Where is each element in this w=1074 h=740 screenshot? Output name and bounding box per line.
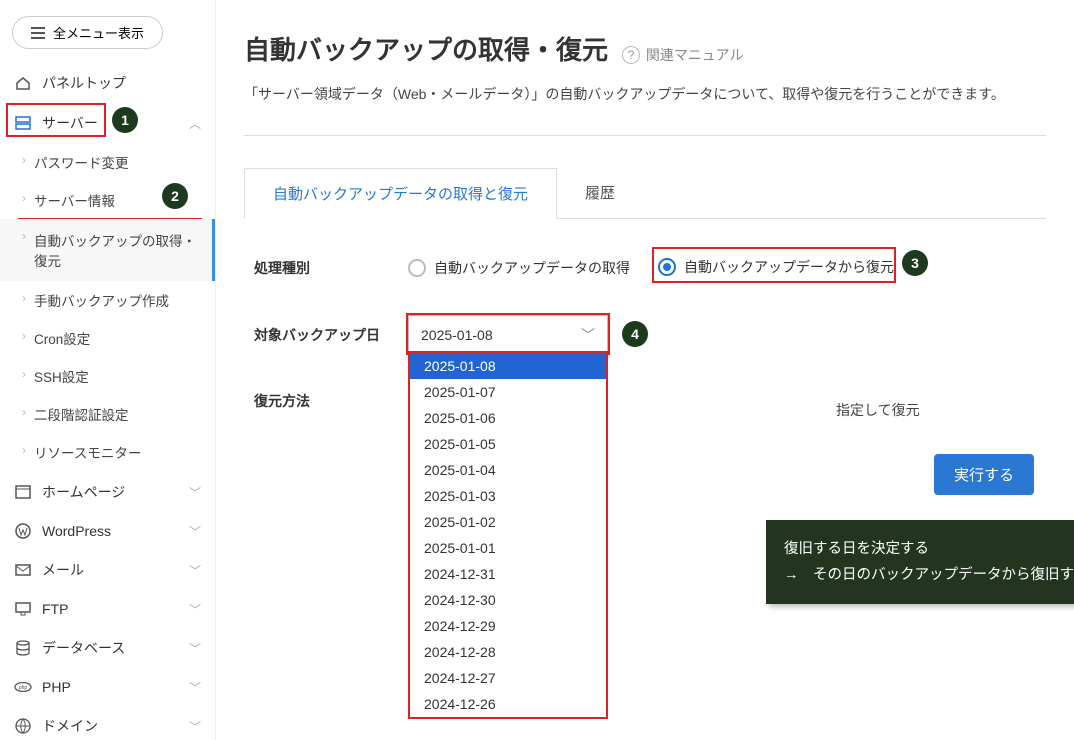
home-icon: [14, 74, 32, 92]
sub-ssh[interactable]: SSH設定: [0, 357, 215, 395]
date-option[interactable]: 2024-12-27: [410, 665, 606, 691]
chevron-down-icon: ﹀: [189, 679, 201, 696]
globe-icon: [14, 717, 32, 735]
tab-backup-restore[interactable]: 自動バックアップデータの取得と復元: [244, 168, 557, 219]
radio-restore-backup[interactable]: 自動バックアップデータから復元: [658, 257, 894, 277]
radio-dot-icon: [408, 259, 426, 277]
sub-2fa[interactable]: 二段階認証設定: [0, 395, 215, 433]
date-option[interactable]: 2025-01-05: [410, 431, 606, 457]
date-dropdown: 2025-01-08 2025-01-07 2025-01-06 2025-01…: [408, 351, 608, 719]
date-option[interactable]: 2025-01-06: [410, 405, 606, 431]
label-restore-method: 復元方法: [254, 391, 408, 411]
ftp-icon: [14, 600, 32, 618]
badge-3: 3: [902, 250, 928, 276]
execute-button[interactable]: 実行する: [934, 454, 1034, 495]
menu-panel-top[interactable]: パネルトップ: [0, 63, 215, 103]
main-content: 自動バックアップの取得・復元 ? 関連マニュアル 「サーバー領域データ（Web・…: [216, 0, 1074, 740]
menu-server[interactable]: サーバー ︿: [0, 103, 215, 143]
form: 処理種別 自動バックアップデータの取得 3 自動バックアップデータから復元: [244, 219, 1046, 437]
radio-dot-icon: [658, 258, 676, 276]
menu-server-label: サーバー: [42, 113, 98, 133]
date-option[interactable]: 2025-01-01: [410, 535, 606, 561]
menu-database-label: データベース: [42, 638, 125, 658]
sidebar: 全メニュー表示 パネルトップ 1 サーバー ︿: [0, 0, 216, 740]
chevron-down-icon: ﹀: [189, 562, 201, 579]
date-select-value: 2025-01-08: [421, 327, 493, 343]
window-icon: [14, 483, 32, 501]
label-process-type: 処理種別: [254, 258, 408, 278]
menu-wordpress[interactable]: WordPress ﹀: [0, 512, 215, 550]
php-icon: php: [14, 678, 32, 696]
wordpress-icon: [14, 522, 32, 540]
date-option[interactable]: 2025-01-03: [410, 483, 606, 509]
label-backup-date: 対象バックアップ日: [254, 325, 408, 345]
menu-homepage-label: ホームページ: [42, 482, 125, 502]
page-title: 自動バックアップの取得・復元: [244, 30, 608, 67]
radio-restore-backup-label: 自動バックアップデータから復元: [684, 257, 894, 277]
date-option[interactable]: 2024-12-28: [410, 639, 606, 665]
restore-method-value: 指定して復元: [836, 400, 920, 420]
help-link[interactable]: ? 関連マニュアル: [622, 45, 744, 65]
hamburger-icon: [31, 27, 45, 39]
menu-ftp-label: FTP: [42, 601, 68, 617]
chevron-down-icon: ﹀: [581, 325, 595, 345]
database-icon: [14, 639, 32, 657]
row-restore-method: 復元方法: [254, 361, 1036, 437]
chevron-down-icon: ﹀: [189, 484, 201, 501]
date-option[interactable]: 2025-01-07: [410, 379, 606, 405]
sub-manual-backup[interactable]: 手動バックアップ作成: [0, 281, 215, 319]
menu-domain-label: ドメイン: [42, 716, 98, 736]
svg-text:php: php: [19, 685, 28, 691]
date-select[interactable]: 2025-01-08 ﹀: [408, 315, 608, 355]
badge-1: 1: [112, 107, 138, 133]
divider: [244, 135, 1046, 136]
page-description: 「サーバー領域データ（Web・メールデータ）」の自動バックアップデータについて、…: [244, 83, 1046, 107]
sub-resource-monitor[interactable]: リソースモニター: [0, 433, 215, 471]
menu-php[interactable]: php PHP ﹀: [0, 668, 215, 706]
annotation-tooltip: 復旧する日を決定する → その日のバックアップデータから復旧する: [766, 520, 1074, 604]
date-option[interactable]: 2025-01-04: [410, 457, 606, 483]
date-option[interactable]: 2025-01-08: [410, 353, 606, 379]
menu-ftp[interactable]: FTP ﹀: [0, 590, 215, 628]
chevron-down-icon: ﹀: [189, 601, 201, 618]
tooltip-line-2: → その日のバックアップデータから復旧する: [784, 562, 1074, 588]
menu-homepage[interactable]: ホームページ ﹀: [0, 472, 215, 512]
server-icon: [14, 114, 32, 132]
tab-history[interactable]: 履歴: [557, 168, 643, 218]
menu-domain[interactable]: ドメイン ﹀: [0, 706, 215, 740]
badge-2: 2: [162, 183, 188, 209]
date-option[interactable]: 2024-12-26: [410, 691, 606, 717]
chevron-down-icon: ﹀: [189, 718, 201, 735]
chevron-up-icon: ︿: [189, 115, 201, 132]
radio-get-backup[interactable]: 自動バックアップデータの取得: [408, 258, 630, 278]
radio-get-backup-label: 自動バックアップデータの取得: [434, 258, 630, 278]
menu-php-label: PHP: [42, 679, 71, 695]
menu-database[interactable]: データベース ﹀: [0, 628, 215, 668]
date-option[interactable]: 2024-12-31: [410, 561, 606, 587]
all-menu-button[interactable]: 全メニュー表示: [12, 16, 163, 49]
tooltip-line-1: 復旧する日を決定する: [784, 536, 1074, 562]
sub-cron[interactable]: Cron設定: [0, 319, 215, 357]
help-icon: ?: [622, 46, 640, 64]
menu-panel-top-label: パネルトップ: [42, 73, 126, 93]
row-backup-date: 対象バックアップ日 4 2025-01-08 ﹀ 2025-01-08 2025…: [254, 305, 1036, 361]
chevron-down-icon: ﹀: [189, 523, 201, 540]
menu-wordpress-label: WordPress: [42, 523, 111, 539]
date-option[interactable]: 2024-12-30: [410, 587, 606, 613]
mail-icon: [14, 561, 32, 579]
sub-auto-backup[interactable]: 自動バックアップの取得・復元: [0, 219, 215, 281]
sub-password[interactable]: パスワード変更: [0, 143, 215, 181]
badge-4: 4: [622, 321, 648, 347]
chevron-down-icon: ﹀: [189, 640, 201, 657]
help-link-label: 関連マニュアル: [646, 45, 744, 65]
tabs: 自動バックアップデータの取得と復元 履歴: [244, 168, 1046, 219]
row-process-type: 処理種別 自動バックアップデータの取得 3 自動バックアップデータから復元: [254, 247, 1036, 305]
menu-mail[interactable]: メール ﹀: [0, 550, 215, 590]
date-option[interactable]: 2024-12-29: [410, 613, 606, 639]
menu-mail-label: メール: [42, 560, 84, 580]
all-menu-label: 全メニュー表示: [53, 23, 144, 42]
date-option[interactable]: 2025-01-02: [410, 509, 606, 535]
